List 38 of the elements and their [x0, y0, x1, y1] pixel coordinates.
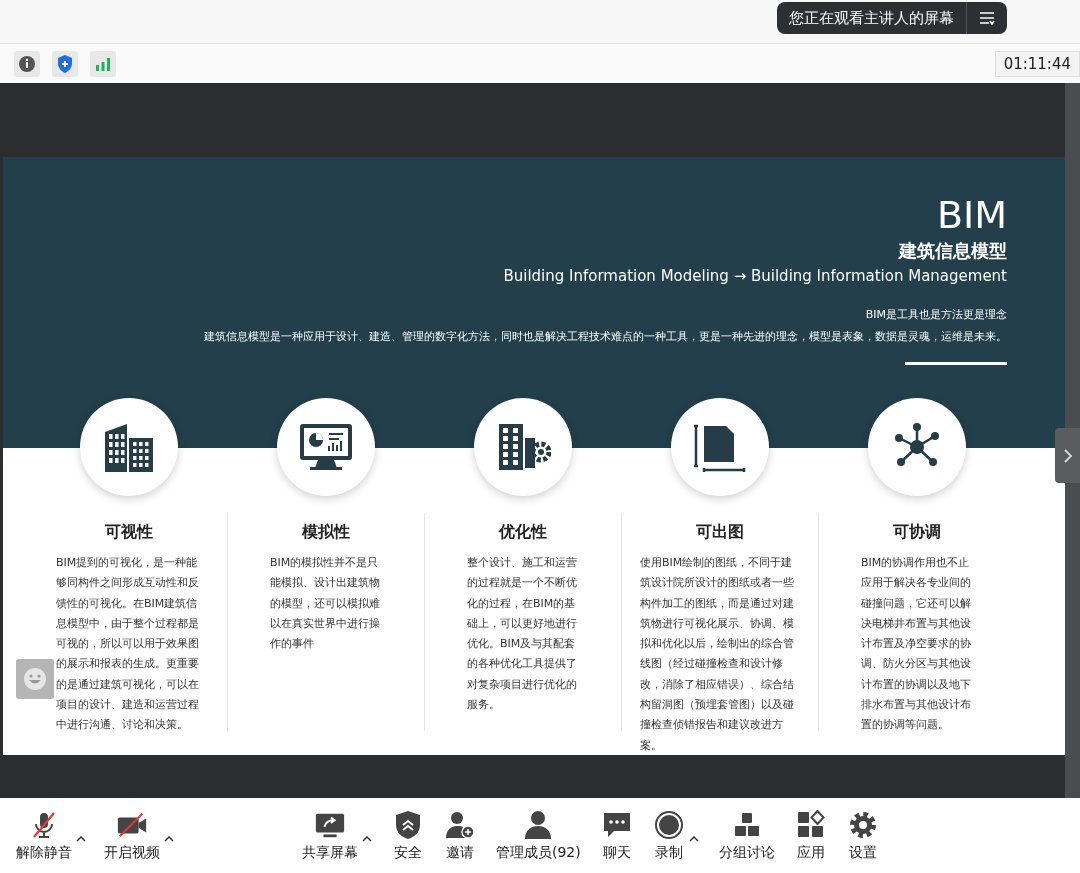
banner-text: 您正在观看主讲人的屏幕 — [777, 2, 967, 34]
toolbar-button[interactable]: 聊天 — [598, 805, 635, 866]
monitor-chart-icon — [297, 422, 354, 472]
add-person-icon — [444, 809, 476, 840]
menu-icon[interactable] — [979, 11, 995, 25]
chevron-right-icon — [1062, 447, 1073, 464]
signal-icon[interactable] — [90, 50, 116, 77]
shield-icon[interactable] — [52, 50, 78, 77]
slide-title: BIM — [936, 193, 1007, 237]
record-icon — [652, 809, 685, 840]
toolbar-button[interactable]: 录制 — [650, 805, 687, 866]
feature-title: 优化性 — [499, 522, 547, 543]
feature-text: 使用BIM绘制的图纸，不同于建筑设计院所设计的图纸或者一些构件加工的图纸，而是通过对建筑物进行可视化展示、协调、模拟和优化以后，绘制出的综合管线图（经过碰撞检查和设计修改，消除了相应错误）、综合结构留洞图（预埋套管图）以及碰撞检查侦错报告和建议改进方案。 — [640, 555, 795, 754]
feature-text: BIM的协调作用也不止应用于解决各专业间的碰撞问题，它还可以解决电梯井布置与其他设计布置及净空要求的协调、防火分区与其他设计布置的协调以及地下排水布置与其他设计布置的协调等问题。 — [861, 555, 972, 734]
drawing-icon — [691, 422, 748, 472]
feature-title: 可出图 — [696, 522, 744, 543]
feature-text: BIM的模拟性并不是只能模拟、设计出建筑物的模型，还可以模拟难以在真实世界中进行操作的事件 — [270, 555, 381, 653]
toolbar-button[interactable]: 解除静音 — [14, 805, 74, 866]
toolbar-button[interactable]: 应用 — [792, 805, 829, 866]
slide-subtitle: 建筑信息模型 — [899, 239, 1007, 263]
slide-tagline: Building Information Modeling → Building Information Management — [503, 267, 1007, 285]
toolbar-button[interactable]: 共享屏幕 — [300, 805, 360, 866]
toolbar-button[interactable]: 开启视频 — [102, 805, 162, 866]
toolbar-button[interactable]: 安全 — [390, 805, 426, 866]
meeting-timer: 01:11:44 — [994, 50, 1080, 77]
slide-description: 建筑信息模型是一种应用于设计、建造、管理的数字化方法，同时也是解决工程技术难点的一种工具，更是一种先进的理念，模型是表象，数据是灵魂，运维是未来。 — [204, 329, 1007, 344]
toolbar-button[interactable]: 管理成员(92) — [494, 805, 583, 866]
feature-text: BIM提到的可视化，是一种能够同构件之间形成互动性和反馈性的可视化。在BIM建筑信息模型中，由于整个过程都是可视的，所以可以用于效果图的展示和报表的生成。更重要的是通过建筑可视化，可以在项目的设计、建造和运营过程中进行沟通、讨论和决策。 — [56, 555, 200, 734]
feature-title: 模拟性 — [302, 522, 350, 543]
feature-text: 整个设计、施工和运营的过程就是一个不断优化的过程，在BIM的基础上，可以更好地进行优化。BIM及与其配套的各种优化工具提供了对复杂项目进行优化的服务。 — [467, 555, 578, 714]
next-page-button[interactable] — [1055, 428, 1080, 483]
feature-title: 可视性 — [105, 522, 153, 543]
feature-title: 可协调 — [893, 522, 941, 543]
toolbar-button[interactable]: 分组讨论 — [716, 805, 777, 866]
info-icon[interactable] — [14, 50, 40, 77]
toolbar-button[interactable]: 设置 — [844, 805, 881, 866]
slide-motto: BIM是工具也是方法更是理念 — [865, 307, 1007, 322]
toolbar-button[interactable]: 邀请 — [442, 805, 478, 866]
